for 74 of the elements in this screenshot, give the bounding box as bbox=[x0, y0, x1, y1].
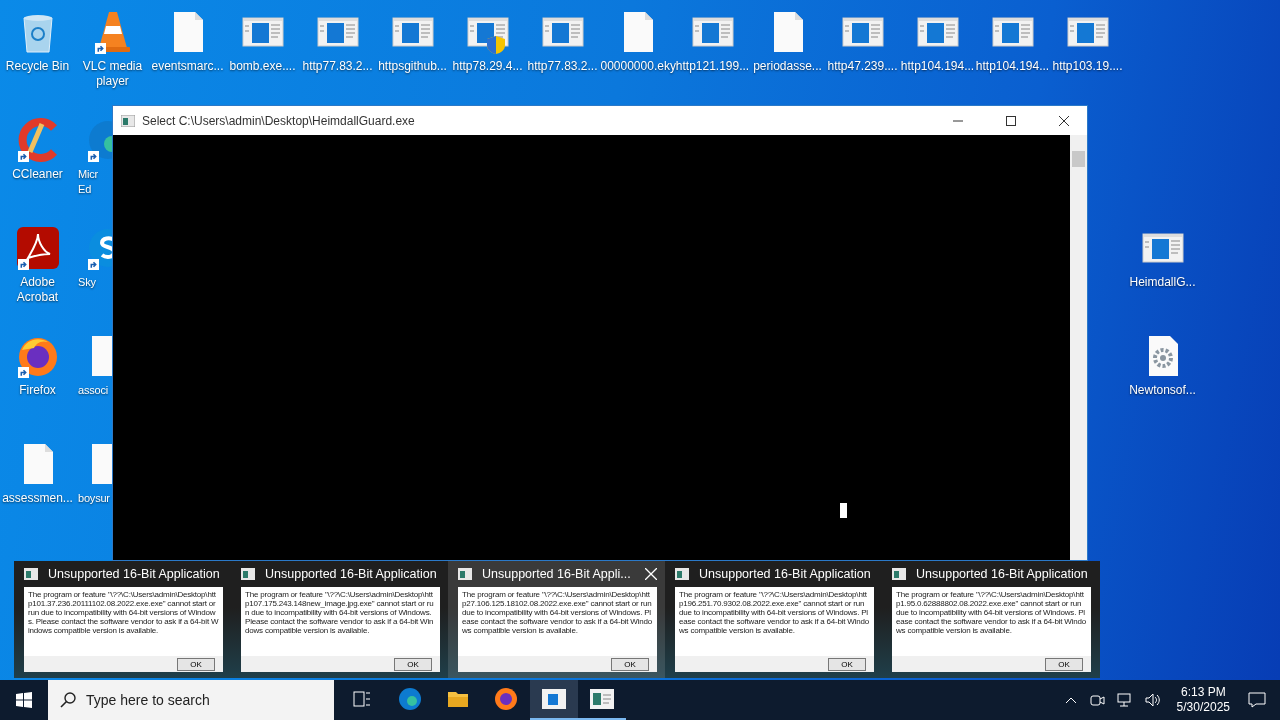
icon-label[interactable]: eventsmarc... bbox=[151, 59, 224, 74]
ok-button[interactable]: OK bbox=[177, 657, 215, 671]
icon-label[interactable]: periodasse... bbox=[753, 59, 822, 74]
windows-logo-icon[interactable] bbox=[16, 692, 32, 708]
search-icon bbox=[60, 692, 76, 708]
chevron-up-icon[interactable] bbox=[1064, 696, 1077, 704]
preview-title: Unsupported 16-Bit Application bbox=[916, 567, 1088, 581]
task-view-icon bbox=[352, 689, 372, 709]
icon-label[interactable]: Micr Ed bbox=[78, 167, 98, 197]
icon-label[interactable]: boysur bbox=[78, 491, 110, 506]
ok-button[interactable]: OK bbox=[394, 657, 432, 671]
dialog-message: The program or feature "\??\C:\Users\admin\Desktop\http107.175.243.148new_image.jpg.exe" cannot start or run due to incompatibility with 64-bit versions of Windows. Please contact the software vendor to ask if a 64-bit Windows compatible version is available. bbox=[244, 589, 435, 637]
icon-label[interactable]: http121.199... bbox=[675, 59, 750, 74]
icon-label[interactable]: http78.29.4... bbox=[452, 59, 523, 74]
shortcut-arrow-icon bbox=[17, 259, 29, 270]
maximize-icon[interactable] bbox=[1006, 115, 1016, 126]
icon-label[interactable]: http104.194... bbox=[975, 59, 1050, 74]
icon-label[interactable]: associ bbox=[78, 383, 108, 398]
icon-label[interactable]: http104.194... bbox=[900, 59, 975, 74]
search-field[interactable]: Type here to search bbox=[48, 680, 334, 720]
icon-label[interactable]: Adobe Acrobat bbox=[0, 275, 75, 305]
icon-label[interactable]: Sky bbox=[78, 275, 96, 290]
dialog-icon bbox=[24, 568, 38, 580]
text-cursor bbox=[840, 503, 847, 518]
window-preview[interactable] bbox=[448, 561, 665, 678]
preview-title: Unsupported 16-Bit Application bbox=[699, 567, 871, 581]
taskbar-button[interactable] bbox=[530, 680, 578, 720]
ok-button[interactable]: OK bbox=[611, 657, 649, 671]
icon-label[interactable]: CCleaner bbox=[12, 167, 63, 182]
preview-title: Unsupported 16-Bit Appli... bbox=[482, 567, 631, 581]
dialog-icon bbox=[241, 568, 255, 580]
preview-title: Unsupported 16-Bit Application bbox=[265, 567, 437, 581]
icon-label[interactable]: Firefox bbox=[19, 383, 56, 398]
shortcut-arrow-icon bbox=[94, 43, 106, 54]
firefox-icon bbox=[494, 687, 518, 711]
icon-label[interactable]: assessmen... bbox=[2, 491, 73, 506]
clock-date[interactable]: 5/30/2025 bbox=[1176, 700, 1230, 715]
icon-label[interactable]: httpsgithub... bbox=[378, 59, 447, 74]
dialog-message: The program or feature "\??\C:\Users\admin\Desktop\http101.37.236.20111102.08.2022.exe.exe" cannot start or run due to incompatibility with 64-bit versions of Windows. Please contact the software vendor to ask if a 64-bit Windows compatible version is available. bbox=[27, 589, 220, 637]
window-title: Select C:\Users\admin\Desktop\HeimdallGuard.exe bbox=[142, 113, 415, 128]
application-icon bbox=[542, 689, 566, 709]
scrollbar[interactable] bbox=[1070, 135, 1087, 560]
volume-icon[interactable] bbox=[1144, 692, 1161, 708]
icon-label[interactable]: http77.83.2... bbox=[527, 59, 598, 74]
dialog-icon bbox=[590, 689, 614, 709]
dialog-icon bbox=[892, 568, 906, 580]
dialog-icon bbox=[675, 568, 689, 580]
icon-label[interactable]: VLC media player bbox=[75, 59, 150, 89]
dialog-message: The program or feature "\??\C:\Users\admin\Desktop\http196.251.70.9302.08.2022.exe.exe" cannot start or run due to incompatibility with 64-bit versions of Windows. Please contact the software vendor to ask if a 64-bit Windows compatible version is available. bbox=[678, 589, 871, 637]
preview-title: Unsupported 16-Bit Application bbox=[48, 567, 220, 581]
dialog-message: The program or feature "\??\C:\Users\admin\Desktop\http27.106.125.18102.08.2022.exe.exe" cannot start or run due to incompatibility with 64-bit versions of Windows. Please contact the software vendor to ask if a 64-bit Windows compatible version is available. bbox=[461, 589, 654, 637]
icon-label[interactable]: 00000000.eky bbox=[600, 59, 675, 74]
icon-label[interactable]: HeimdallG... bbox=[1129, 275, 1196, 290]
icon-label[interactable]: Recycle Bin bbox=[5, 59, 70, 74]
shortcut-arrow-icon bbox=[88, 259, 99, 270]
icon-label[interactable]: http103.19.... bbox=[1052, 59, 1123, 74]
clock-time[interactable]: 6:13 PM bbox=[1180, 685, 1226, 700]
meet-icon[interactable] bbox=[1088, 692, 1105, 708]
notification-icon[interactable] bbox=[1248, 692, 1266, 708]
edge-icon bbox=[398, 687, 422, 711]
shortcut-arrow-icon bbox=[17, 151, 29, 162]
icon-label[interactable]: Newtonsof... bbox=[1129, 383, 1196, 398]
dialog-icon bbox=[458, 568, 472, 580]
icon-label[interactable]: http47.239.... bbox=[827, 59, 898, 74]
icon-label[interactable]: bomb.exe.... bbox=[229, 59, 296, 74]
shortcut-arrow-icon bbox=[88, 151, 99, 162]
ok-button[interactable]: OK bbox=[1045, 657, 1083, 671]
icon-label[interactable]: http77.83.2... bbox=[302, 59, 373, 74]
ok-button[interactable]: OK bbox=[828, 657, 866, 671]
network-icon[interactable] bbox=[1116, 692, 1133, 708]
shortcut-arrow-icon bbox=[17, 367, 29, 378]
console-icon bbox=[121, 114, 135, 127]
dialog-message: The program or feature "\??\C:\Users\admin\Desktop\http1.95.0.62888802.08.2022.exe.exe" cannot start or run due to incompatibility with 64-bit versions of Windows. Please contact the software vendor to ask if a 64-bit Windows compatible version is available. bbox=[895, 589, 1088, 637]
close-icon[interactable] bbox=[1059, 115, 1069, 126]
